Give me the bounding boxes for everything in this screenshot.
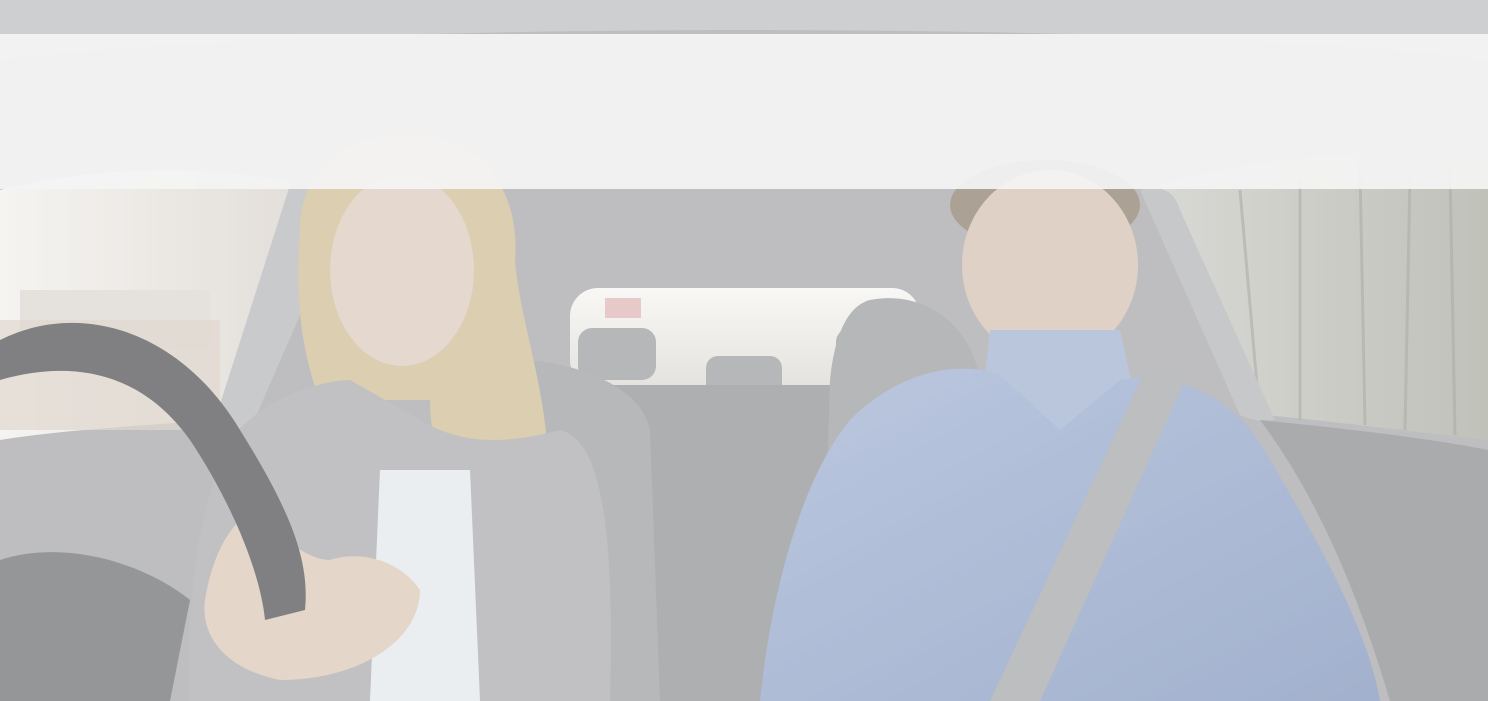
driver-face bbox=[330, 174, 474, 366]
car-interior-photo bbox=[0, 0, 1488, 701]
rear-window-l-plate bbox=[605, 298, 641, 318]
rear-headrest-left bbox=[578, 328, 656, 380]
top-light-band bbox=[0, 34, 1488, 189]
